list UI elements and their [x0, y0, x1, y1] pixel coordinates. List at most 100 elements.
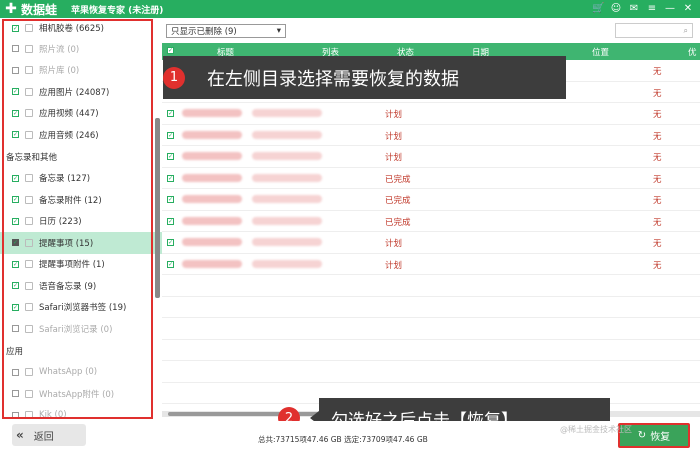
table-row[interactable]: 计划 无	[162, 254, 700, 275]
category-icon	[25, 303, 33, 312]
item-checkbox[interactable]	[12, 88, 19, 96]
select-all-checkbox[interactable]	[167, 47, 174, 54]
sidebar-item-items2-0[interactable]: 备忘录 (127)	[0, 168, 162, 190]
sidebar-item-label: Kik (0)	[39, 410, 67, 421]
row-checkbox[interactable]	[167, 110, 174, 117]
redacted-list	[252, 238, 322, 246]
sidebar-item-items3-0[interactable]: WhatsApp (0)	[0, 362, 162, 384]
item-checkbox[interactable]	[12, 174, 19, 182]
item-checkbox[interactable]	[12, 217, 19, 225]
table-row[interactable]: 计划 无	[162, 103, 700, 125]
redacted-list	[252, 259, 322, 268]
category-icon	[25, 260, 33, 269]
col-location[interactable]: 位置	[592, 46, 609, 58]
empty-row	[162, 275, 700, 297]
item-checkbox[interactable]	[12, 303, 19, 311]
item-checkbox[interactable]	[12, 260, 19, 268]
sidebar-item-items-1[interactable]: 照片流 (0)	[0, 38, 162, 60]
logo-text: 数据蛙	[21, 2, 58, 17]
chevron-down-icon: ▾	[276, 26, 281, 36]
sidebar-item-items2-1[interactable]: 备忘录附件 (12)	[0, 189, 162, 211]
sidebar-item-items-5[interactable]: 应用音频 (246)	[0, 124, 162, 146]
table-row[interactable]: 计划 无	[162, 125, 700, 146]
item-checkbox[interactable]	[12, 196, 19, 204]
item-checkbox[interactable]	[12, 45, 19, 53]
table-row[interactable]: 已完成 无	[162, 189, 700, 211]
filter-dropdown[interactable]: 只显示已删除 (9) ▾	[166, 24, 286, 38]
chat-icon[interactable]: ✉	[628, 2, 640, 16]
category-icon	[25, 238, 33, 247]
back-arrow-icon: «	[16, 428, 24, 442]
sidebar-item-items2-3[interactable]: 提醒事项 (15)	[0, 232, 162, 254]
sidebar-item-items-3[interactable]: 应用图片 (24087)	[0, 81, 162, 103]
item-checkbox[interactable]	[12, 368, 19, 376]
row-location: 无	[653, 260, 662, 271]
minimize-icon[interactable]: —	[664, 2, 676, 16]
item-checkbox[interactable]	[12, 325, 19, 333]
redacted-title	[182, 109, 242, 117]
category-icon	[25, 411, 33, 420]
category-icon	[25, 109, 33, 118]
cart-icon[interactable]: 🛒	[592, 2, 604, 16]
row-location: 无	[653, 217, 662, 228]
sidebar-item-items2-6[interactable]: Safari浏览器书签 (19)	[0, 297, 162, 319]
sidebar-item-label: 提醒事项 (15)	[39, 238, 94, 249]
sidebar-item-items-0[interactable]: 相机胶卷 (6625)	[0, 18, 162, 38]
sidebar-item-items3-1[interactable]: WhatsApp附件 (0)	[0, 383, 162, 405]
category-icon	[25, 281, 33, 290]
menu-icon[interactable]: ≡	[646, 2, 658, 16]
row-location: 无	[653, 131, 662, 142]
row-checkbox[interactable]	[167, 153, 174, 160]
app-title: 苹果恢复专家 (未注册)	[71, 5, 164, 16]
row-status: 计划	[385, 110, 403, 120]
back-button[interactable]: « 返回	[12, 424, 86, 446]
table-row[interactable]: 已完成 无	[162, 168, 700, 189]
redacted-list	[252, 109, 322, 117]
restore-icon: ↻	[637, 430, 647, 441]
section-apps: 应用	[6, 346, 24, 357]
step-1-text: 在左侧目录选择需要恢复的数据	[207, 68, 459, 90]
restore-label: 恢复	[650, 432, 671, 443]
row-checkbox[interactable]	[167, 217, 174, 225]
sidebar-item-label: Safari浏览记录 (0)	[39, 324, 113, 335]
item-checkbox[interactable]	[12, 390, 19, 398]
item-checkbox[interactable]	[12, 24, 19, 32]
table-row[interactable]: 计划 无	[162, 232, 700, 254]
row-checkbox[interactable]	[167, 239, 174, 246]
table-row[interactable]: 已完成 无	[162, 211, 700, 232]
sidebar-item-label: WhatsApp附件 (0)	[39, 389, 115, 400]
search-icon[interactable]: ⌕	[684, 26, 688, 36]
redacted-list	[252, 152, 322, 160]
total-summary: 总共:73715项47.46 GB 选定:73709项47.46 GB	[258, 435, 428, 444]
row-checkbox[interactable]	[167, 174, 174, 182]
item-checkbox[interactable]	[12, 282, 19, 290]
row-checkbox[interactable]	[167, 260, 174, 268]
sidebar-item-items-2[interactable]: 照片库 (0)	[0, 60, 162, 82]
row-checkbox[interactable]	[167, 131, 174, 139]
user-icon[interactable]: ☺	[610, 2, 622, 16]
row-checkbox[interactable]	[167, 196, 174, 203]
item-checkbox[interactable]	[12, 131, 19, 139]
item-checkbox[interactable]	[12, 109, 19, 117]
redacted-list	[252, 195, 322, 203]
col-priority[interactable]: 优	[688, 46, 697, 58]
sidebar-item-label: 照片库 (0)	[39, 66, 80, 77]
sidebar-item-items-4[interactable]: 应用视频 (447)	[0, 103, 162, 125]
redacted-title	[182, 130, 242, 139]
sidebar-item-items2-4[interactable]: 提醒事项附件 (1)	[0, 254, 162, 276]
empty-row	[162, 361, 700, 383]
item-checkbox[interactable]	[12, 66, 19, 74]
item-checkbox[interactable]	[12, 239, 19, 247]
search-input[interactable]: ⌕	[615, 23, 693, 38]
table-row[interactable]: 计划 无	[162, 146, 700, 168]
sidebar-item-items2-5[interactable]: 语音备忘录 (9)	[0, 275, 162, 297]
sidebar-item-items2-2[interactable]: 日历 (223)	[0, 211, 162, 233]
sidebar-item-items2-7[interactable]: Safari浏览记录 (0)	[0, 318, 162, 340]
close-icon[interactable]: ✕	[682, 2, 694, 16]
sidebar-item-items3-2[interactable]: Kik (0)	[0, 405, 162, 422]
sidebar-scrollbar[interactable]	[155, 118, 160, 298]
redacted-title	[182, 195, 242, 203]
window-controls: 🛒 ☺ ✉ ≡ — ✕	[592, 2, 694, 16]
redacted-list	[252, 216, 322, 225]
item-checkbox[interactable]	[12, 411, 19, 419]
